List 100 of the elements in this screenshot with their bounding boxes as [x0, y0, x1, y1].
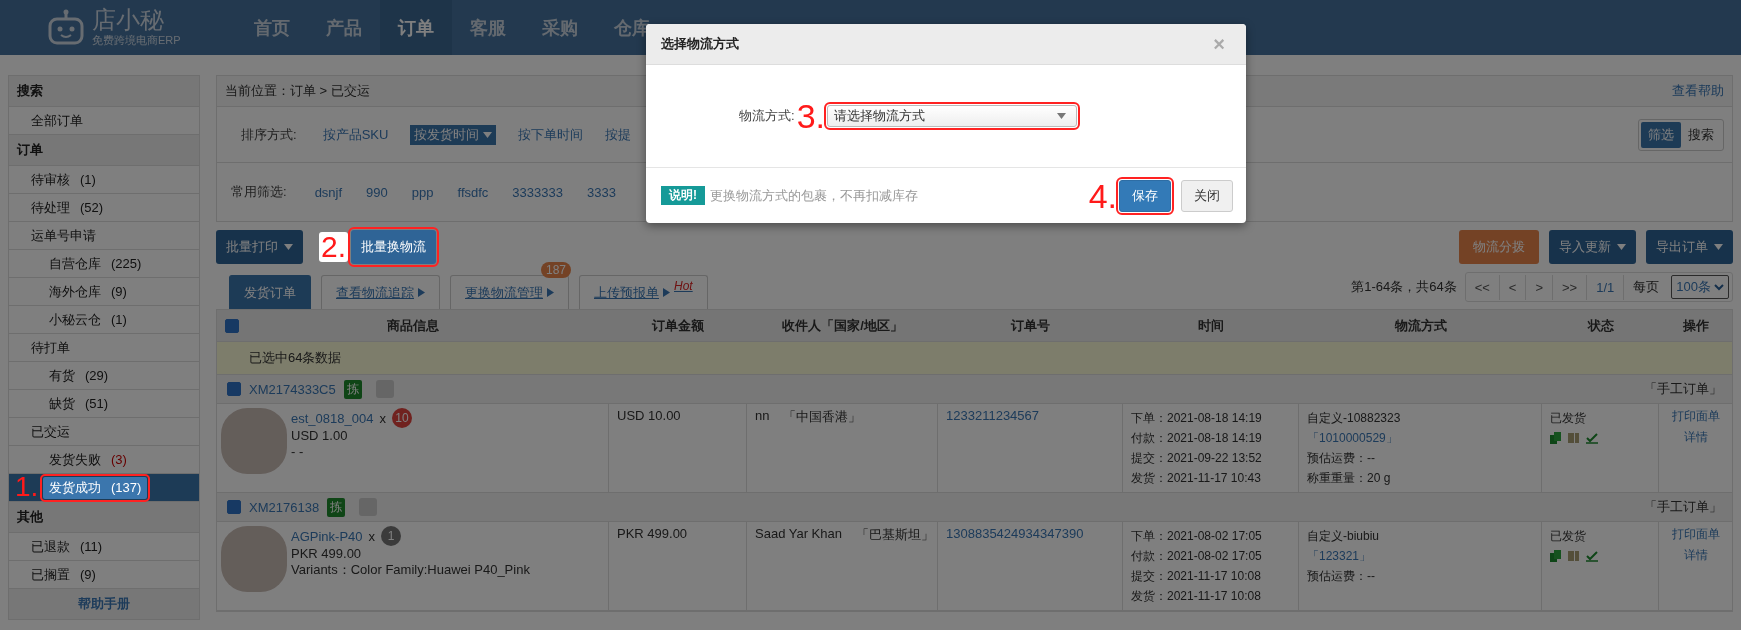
sidebar-item[interactable]: 缺货 (51) [9, 390, 199, 418]
nav-item[interactable]: 产品 [308, 0, 380, 55]
triangle-right-icon [663, 288, 670, 297]
sort-option[interactable]: 按产品SKU [322, 125, 389, 144]
order-id-link[interactable]: XM2176138 [249, 499, 320, 515]
caret-icon [1714, 244, 1723, 250]
action-link[interactable]: 详情 [1683, 429, 1708, 446]
pick-tag: 拣 [327, 497, 346, 517]
toolbar-button[interactable]: 批量换物流 [351, 230, 437, 264]
logistics-method: 自定义-biubiu [1307, 528, 1381, 545]
filter-link[interactable]: dsnjf [314, 184, 343, 200]
checkmark-icon [1586, 550, 1598, 562]
view-toggle-button[interactable]: 筛选 [1641, 121, 1681, 148]
recipient-country: 「巴基斯坦」 [856, 526, 934, 544]
action-link[interactable]: 详情 [1683, 547, 1708, 564]
action-link[interactable]: 打印面单 [1671, 408, 1720, 425]
column-header: 收件人「国家/地区」 [782, 316, 903, 335]
column-header: 时间 [1198, 316, 1224, 335]
triangle-right-icon [547, 288, 554, 297]
sidebar-item[interactable]: 海外仓库 (9) [9, 278, 199, 306]
time-entry: 发货：2021-11-17 10:08 [1131, 588, 1262, 605]
toolbar-button[interactable]: 导入更新 [1549, 230, 1636, 264]
sidebar-item[interactable]: 待审核 (1) [9, 166, 199, 194]
logistics-note: 称重重量：20 g [1307, 470, 1392, 487]
order-id-link[interactable]: XM2174333C5 [249, 381, 336, 397]
sidebar-heading: 订单 [9, 135, 199, 166]
logo-name: 店小秘 [92, 7, 165, 33]
step-number: 1. [15, 472, 39, 502]
modal-title: 选择物流方式 [661, 35, 739, 53]
sidebar-item[interactable]: 待打单 [9, 334, 199, 362]
select-all-checkbox[interactable] [225, 318, 239, 333]
sidebar-item[interactable]: 1. 发货成功 (137) [9, 474, 199, 502]
multiply-sign: x [379, 410, 386, 426]
filter-link[interactable]: 3333 [586, 184, 616, 200]
nav-item[interactable]: 订单 [380, 0, 452, 55]
save-button[interactable]: 保存 [1119, 179, 1171, 212]
sidebar-item[interactable]: 小秘云仓 (1) [9, 306, 199, 334]
toolbar-button[interactable]: 导出订单 [1646, 230, 1733, 264]
filter-link[interactable]: 3333333 [512, 184, 563, 200]
column-header: 订单金额 [652, 316, 704, 335]
per-page-select[interactable]: 100条 [1671, 275, 1729, 299]
tab[interactable]: 更换物流管理 [450, 275, 569, 309]
quantity-badge: 1 [381, 526, 402, 546]
sidebar-item[interactable]: 待处理 (52) [9, 194, 199, 222]
logistics-note: 预估运费：-- [1307, 568, 1376, 585]
product-link[interactable]: est_0818_004 [291, 410, 374, 426]
sidebar-item[interactable]: 有货 (29) [9, 362, 199, 390]
toolbar-button[interactable]: 批量打印 [216, 230, 303, 264]
product-link[interactable]: AGPink-P40 [291, 528, 363, 544]
page-summary: 第1-64条，共64条 [1351, 278, 1457, 296]
order-status: 已发货 [1550, 528, 1587, 545]
barcode-icon [1568, 432, 1580, 444]
sort-option[interactable]: 按下单时间 [518, 125, 584, 144]
triangle-right-icon [418, 288, 425, 297]
sidebar-item[interactable]: 运单号申请 [9, 222, 199, 250]
sort-option[interactable]: 按提 [605, 125, 632, 144]
time-entry: 提交：2021-09-22 13:52 [1131, 450, 1263, 467]
step-number: 4. [1088, 180, 1117, 211]
help-manual-link[interactable]: 帮助手册 [9, 589, 199, 619]
tab[interactable]: 查看物流追踪 [321, 275, 440, 309]
sidebar-item[interactable]: 已退款 (11) [9, 533, 199, 561]
filter-link[interactable]: ffsdfc [457, 184, 489, 200]
count-badge: 187 [540, 262, 571, 278]
close-button[interactable]: × [1207, 31, 1231, 57]
caret-icon [284, 244, 293, 250]
toolbar-button[interactable]: 物流分拨 [1459, 230, 1539, 264]
order-checkbox[interactable] [227, 500, 241, 514]
filter-label: 常用筛选: [231, 183, 287, 201]
sidebar-item[interactable]: 已交运 [9, 418, 199, 446]
time-entry: 下单：2021-08-18 14:19 [1131, 410, 1263, 427]
filter-link[interactable]: 990 [366, 184, 388, 200]
filter-link[interactable]: ppp [411, 184, 434, 200]
nav-item[interactable]: 采购 [524, 0, 596, 55]
sidebar-item[interactable]: 自营仓库 (225) [9, 250, 199, 278]
copy-icon [1550, 550, 1562, 562]
robot-icon [46, 8, 86, 47]
tab[interactable]: 发货订单 [229, 275, 311, 309]
photo-placeholder [221, 526, 287, 592]
multiply-sign: x [368, 528, 376, 544]
order-source: 「手工订单」 [1644, 498, 1722, 516]
pick-tag: 拣 [343, 379, 362, 399]
order-checkbox[interactable] [227, 382, 241, 396]
order-number-link[interactable]: 1308835424934347390 [946, 526, 1084, 541]
logistics-select[interactable]: 请选择物流方式 [827, 105, 1077, 127]
order-number-link[interactable]: 1233211234567 [946, 408, 1040, 423]
sort-option[interactable]: 按发货时间 [410, 124, 497, 145]
column-header: 操作 [1682, 316, 1709, 335]
help-link[interactable]: 查看帮助 [1672, 82, 1724, 100]
selection-banner: 已选中64条数据 [217, 342, 1732, 375]
tracking-link[interactable]: 「1010000529」 [1307, 431, 1398, 445]
sidebar-heading: 其他 [9, 502, 199, 533]
nav-item[interactable]: 客服 [452, 0, 524, 55]
order-amount: USD 10.00 [609, 404, 747, 492]
time-entry: 付款：2021-08-18 14:19 [1131, 430, 1263, 447]
tracking-link[interactable]: 「123321」 [1307, 549, 1372, 563]
action-link[interactable]: 打印面单 [1671, 526, 1720, 543]
close-button[interactable]: 关闭 [1181, 179, 1233, 212]
product-price: PKR 499.00 [291, 546, 363, 562]
copy-icon [1550, 432, 1562, 444]
nav-item[interactable]: 首页 [236, 0, 308, 55]
